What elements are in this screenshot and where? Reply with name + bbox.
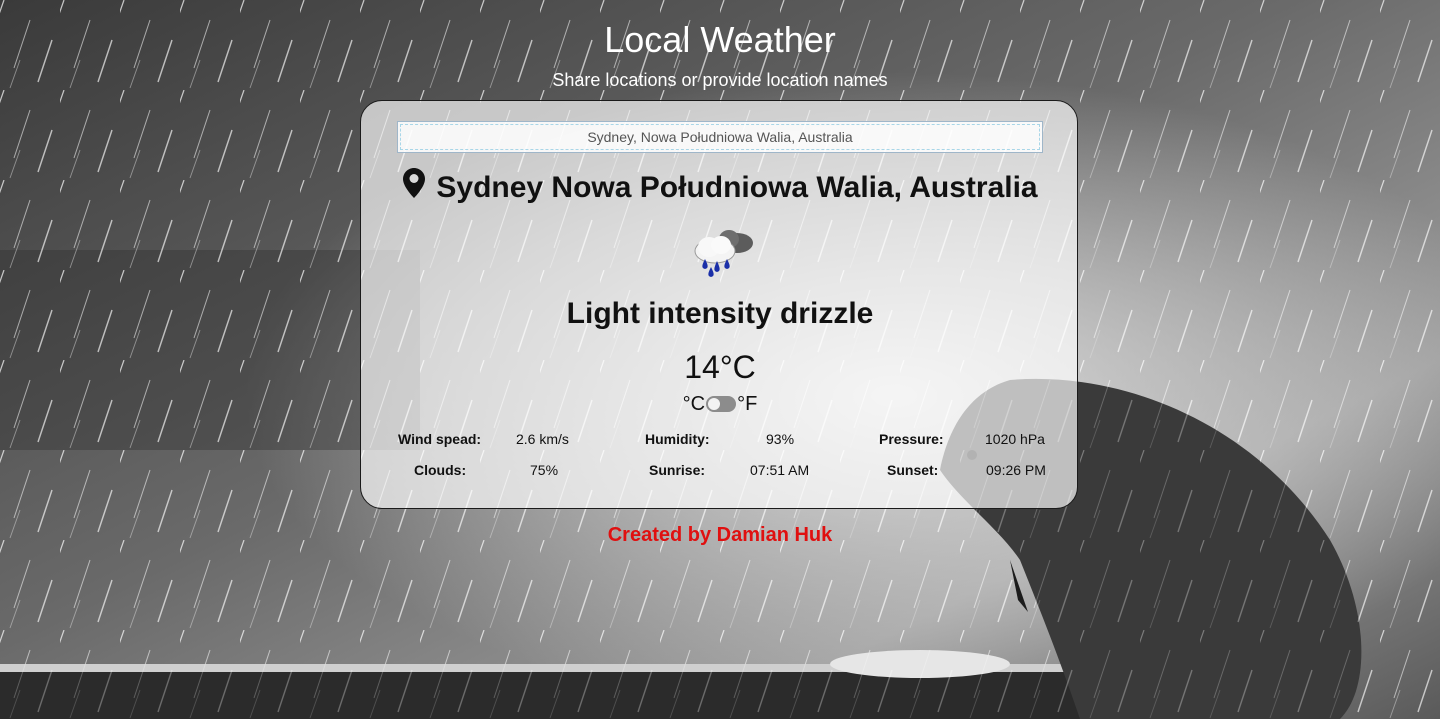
clouds-label: Clouds: [414,462,467,478]
wind-speed-value: 2.6 km/s [516,431,569,447]
rain-cloud-icon [694,230,753,277]
humidity-value: 93% [766,431,795,447]
map-pin-icon [403,168,426,198]
location-name: Sydney Nowa Południowa Walia, Australia [436,171,1038,204]
page: Local Weather Share locations or provide… [0,0,1440,719]
sunrise-label: Sunrise: [649,462,706,478]
location-heading: Sydney Nowa Południowa Walia, Australia [361,167,1079,207]
pressure-value: 1020 hPa [985,431,1045,447]
weather-card: Sydney Nowa Południowa Walia, Australia … [360,100,1078,509]
page-title: Local Weather [604,19,836,60]
unit-toggle[interactable] [706,396,737,412]
location-search-input[interactable] [397,121,1043,153]
weather-description: Light intensity drizzle [566,297,874,330]
temperature-value: 14°C [684,349,756,385]
wind-speed-label: Wind spead: [398,431,482,447]
sunset-label: Sunset: [887,462,939,478]
author-credit: Created by Damian Huk [607,524,833,546]
unit-switch-row: °C °F [361,392,1079,416]
sunrise-value: 07:51 AM [750,462,810,478]
pressure-label: Pressure: [879,431,944,447]
humidity-label: Humidity: [645,431,710,447]
fahrenheit-label: °F [737,393,758,415]
toggle-knob [708,398,721,410]
celsius-label: °C [682,393,706,415]
clouds-value: 75% [530,462,559,478]
page-subtitle: Share locations or provide location name… [552,70,888,90]
sunset-value: 09:26 PM [986,462,1046,478]
